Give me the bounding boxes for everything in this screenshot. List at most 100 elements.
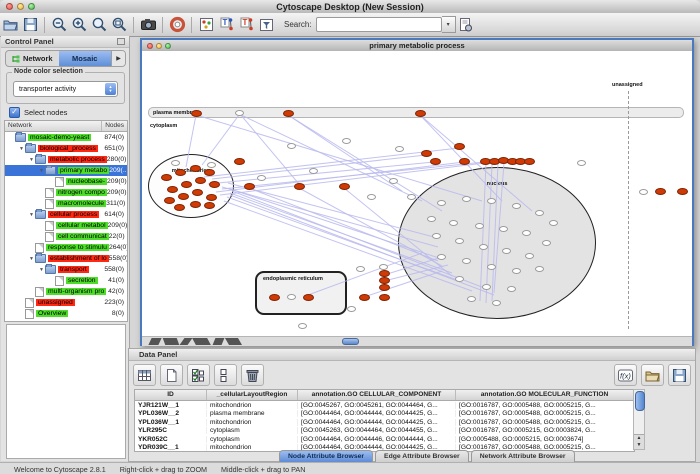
network-node[interactable]	[257, 175, 266, 181]
tab-overflow-icon[interactable]: ▶	[111, 51, 125, 66]
network-node-selected[interactable]	[174, 204, 185, 211]
node-color-combobox[interactable]: transporter activity ▲▼	[13, 81, 118, 97]
tree-column-nodes[interactable]: Nodes	[102, 121, 127, 131]
network-node[interactable]	[479, 244, 488, 250]
network-node-selected[interactable]	[190, 165, 201, 172]
network-node[interactable]	[407, 194, 416, 200]
network-node-selected[interactable]	[204, 169, 215, 176]
help-icon[interactable]	[167, 15, 187, 35]
network-node-selected[interactable]	[379, 284, 390, 291]
network-node[interactable]	[482, 284, 491, 290]
tree-row[interactable]: ▼establishment of lo558(0)	[5, 253, 127, 264]
new-attribute-icon[interactable]	[160, 364, 183, 386]
network-node-selected[interactable]	[191, 110, 202, 117]
network-node[interactable]	[356, 266, 365, 272]
table-row[interactable]: YKR052Ccytoplasm[GO:0044464, GO:0044446,…	[135, 435, 634, 444]
network-node-selected[interactable]	[164, 197, 175, 204]
network-node-selected[interactable]	[454, 143, 465, 150]
network-node-selected[interactable]	[283, 110, 294, 117]
save-icon[interactable]	[20, 15, 40, 35]
tree-row[interactable]: secretion41(0)	[5, 275, 127, 286]
column-cellular-component[interactable]: annotation.GO CELLULAR_COMPONENT	[298, 390, 456, 400]
network-node[interactable]	[379, 264, 388, 270]
tree-column-network[interactable]: Network	[5, 121, 102, 131]
table-row[interactable]: YPL036W__2plasma membrane[GO:0044464, GO…	[135, 410, 634, 419]
network-node[interactable]	[309, 168, 318, 174]
network-node-selected[interactable]	[459, 158, 470, 165]
tree-row[interactable]: Overview8(0)	[5, 308, 127, 319]
tree-row[interactable]: ▼primary metabo209(...	[5, 165, 127, 176]
network-node-selected[interactable]	[244, 183, 255, 190]
tab-node-attribute-browser[interactable]: Node Attribute Browser	[279, 450, 373, 462]
network-node-selected[interactable]	[195, 177, 206, 184]
hscrollbar-thumb[interactable]	[342, 338, 359, 345]
network-node[interactable]	[475, 223, 484, 229]
network-node[interactable]	[207, 162, 216, 168]
combobox-stepper-icon[interactable]: ▲▼	[105, 83, 116, 95]
tree-row[interactable]: nitrogen compo209(0)	[5, 187, 127, 198]
network-node[interactable]	[432, 233, 441, 239]
network-node[interactable]	[449, 220, 458, 226]
tab-network-attribute-browser[interactable]: Network Attribute Browser	[471, 450, 575, 462]
network-node-selected[interactable]	[234, 158, 245, 165]
network-node[interactable]	[437, 254, 446, 260]
tree-row[interactable]: multi-organism pro42(0)	[5, 286, 127, 297]
network-node[interactable]	[287, 143, 296, 149]
network-node-selected[interactable]	[192, 189, 203, 196]
tree-row[interactable]: macromolecule311(0)	[5, 198, 127, 209]
expand-arrow-icon[interactable]: ▼	[28, 157, 35, 163]
tree-row[interactable]: ▼metabolic process280(0)	[5, 154, 127, 165]
network-node[interactable]	[427, 216, 436, 222]
select-nodes-checkbox[interactable]: ✓	[9, 107, 20, 118]
tree-row[interactable]: ▼transport558(0)	[5, 264, 127, 275]
network-node-selected[interactable]	[524, 158, 535, 165]
column-molecular-function[interactable]: annotation.GO MOLECULAR_FUNCTION	[456, 390, 634, 400]
network-node[interactable]	[535, 266, 544, 272]
vscrollbar-arrows[interactable]: ▲▼	[634, 434, 644, 449]
network-node-selected[interactable]	[415, 110, 426, 117]
network-node[interactable]	[542, 240, 551, 246]
network-node[interactable]	[487, 264, 496, 270]
formula-icon[interactable]: f(x)	[614, 364, 637, 386]
vscrollbar-thumb[interactable]	[635, 391, 645, 411]
open-icon[interactable]	[0, 15, 20, 35]
network-node[interactable]	[492, 300, 501, 306]
network-node[interactable]	[535, 210, 544, 216]
table-row[interactable]: YLR295Ccytoplasm[GO:0045263, GO:0044464,…	[135, 427, 634, 436]
expand-arrow-icon[interactable]: ▼	[38, 168, 45, 174]
tree-row[interactable]: ▼cellular process614(0)	[5, 209, 127, 220]
network-node[interactable]	[507, 286, 516, 292]
tree-row[interactable]: nucleobase-209(0)	[5, 176, 127, 187]
network-node[interactable]	[395, 146, 404, 152]
network-node-selected[interactable]	[339, 183, 350, 190]
network-node[interactable]	[347, 306, 356, 312]
network-node[interactable]	[462, 196, 471, 202]
float-panel-icon[interactable]	[117, 38, 125, 45]
network-node-selected[interactable]	[206, 194, 217, 201]
search-input[interactable]	[316, 17, 442, 32]
network-node[interactable]	[235, 110, 244, 116]
network-node[interactable]	[499, 226, 508, 232]
canvas-horizontal-scrollbar[interactable]	[142, 336, 692, 346]
network-node-selected[interactable]	[175, 169, 186, 176]
attribute-import-icon[interactable]	[456, 15, 476, 35]
network-node-selected[interactable]	[430, 158, 441, 165]
network-node[interactable]	[487, 198, 496, 204]
network-node[interactable]	[525, 253, 534, 259]
network-node-selected[interactable]	[161, 174, 172, 181]
column-id[interactable]: ID	[135, 390, 207, 400]
expand-arrow-icon[interactable]: ▼	[28, 256, 35, 262]
unselect-attributes-icon[interactable]	[214, 364, 237, 386]
network-node[interactable]	[577, 160, 586, 166]
network-node[interactable]	[298, 323, 307, 329]
table-row[interactable]: YJR121W__1mitochondrion[GO:0045267, GO:0…	[135, 401, 634, 410]
column-layout-region[interactable]: _cellularLayoutRegion	[207, 390, 298, 400]
graphics-details-icon[interactable]	[196, 15, 216, 35]
tree-row[interactable]: mosaic-demo-yeast874(0)	[5, 132, 127, 143]
network-node[interactable]	[462, 258, 471, 264]
network-node-selected[interactable]	[379, 294, 390, 301]
zoom-fit-icon[interactable]	[109, 15, 129, 35]
tree-row[interactable]: response to stimulu264(0)	[5, 242, 127, 253]
expand-arrow-icon[interactable]: ▼	[18, 146, 25, 152]
network-node-selected[interactable]	[167, 186, 178, 193]
